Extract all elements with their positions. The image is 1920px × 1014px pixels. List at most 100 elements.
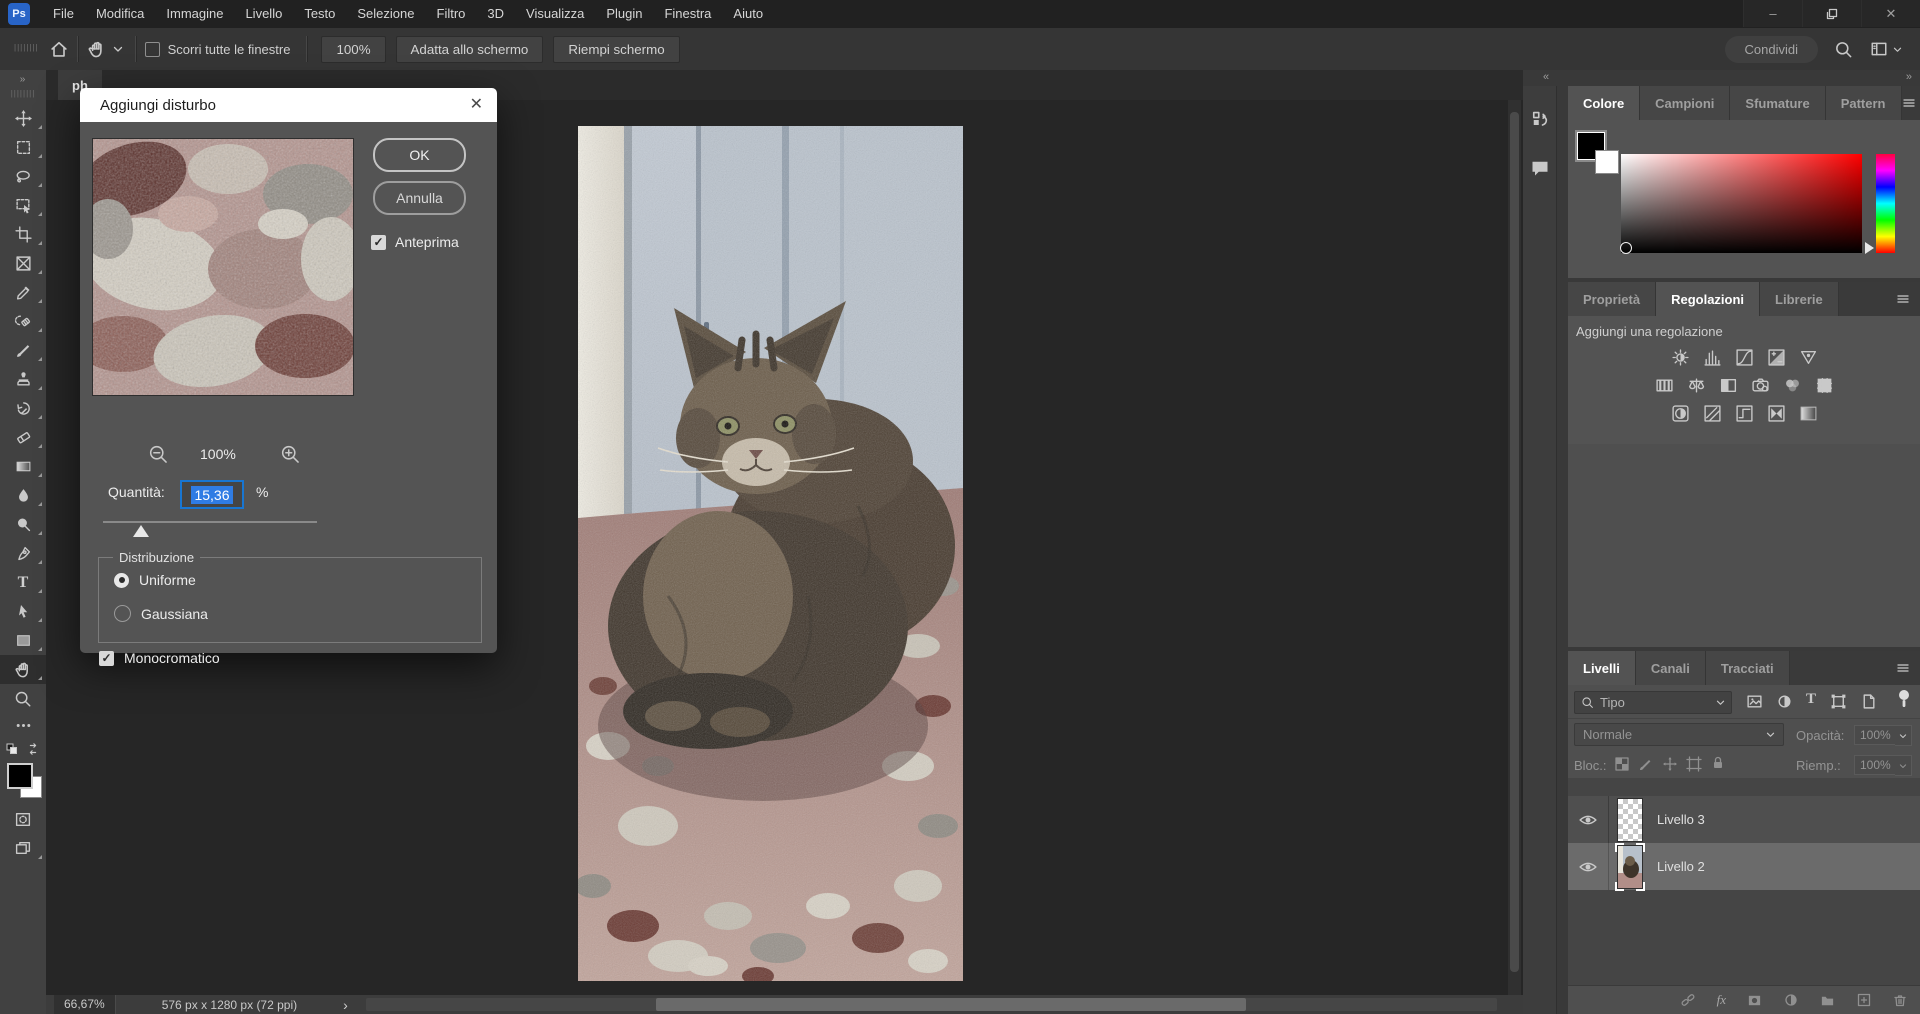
vertical-scrollbar[interactable] (1508, 100, 1521, 995)
edit-toolbar-ellipsis[interactable] (0, 713, 46, 737)
fit-screen-button[interactable]: Adatta allo schermo (396, 36, 544, 63)
hand-tool[interactable] (0, 655, 46, 684)
lock-all-icon[interactable] (1710, 755, 1726, 771)
lock-transparency-icon[interactable] (1614, 756, 1630, 772)
layers-panel-menu-icon[interactable] (1896, 651, 1920, 685)
gaussian-option[interactable]: Gaussiana (114, 605, 208, 622)
quick-mask-button[interactable] (0, 805, 46, 834)
layer-style-fx-icon[interactable]: fx (1717, 992, 1726, 1008)
preview-option[interactable]: ✓ Anteprima (371, 234, 459, 250)
lock-artboard-icon[interactable] (1686, 756, 1702, 772)
zoom-tool[interactable] (0, 684, 46, 713)
delete-layer-icon[interactable] (1892, 992, 1908, 1008)
hand-tool-chevron-icon[interactable] (113, 45, 123, 53)
menu-3d[interactable]: 3D (476, 0, 515, 28)
posterize-icon[interactable] (1703, 404, 1722, 423)
scroll-all-windows-checkbox[interactable] (145, 42, 160, 57)
rectangle-tool[interactable] (0, 626, 46, 655)
tab-canali[interactable]: Canali (1636, 651, 1706, 685)
opacity-value[interactable]: 100% (1854, 725, 1897, 745)
levels-icon[interactable] (1703, 348, 1722, 367)
filter-type-icon[interactable]: T (1806, 691, 1816, 708)
ok-button[interactable]: OK (373, 138, 466, 172)
menu-testo[interactable]: Testo (293, 0, 346, 28)
dodge-tool[interactable] (0, 510, 46, 539)
healing-brush-tool[interactable] (0, 307, 46, 336)
link-layers-icon[interactable] (1679, 992, 1697, 1008)
layer-filter-select[interactable]: Tipo (1574, 691, 1732, 714)
comments-panel-icon[interactable] (1523, 148, 1556, 188)
foreground-color-swatch[interactable] (7, 763, 33, 789)
layer-visibility-toggle[interactable] (1568, 843, 1609, 890)
pen-tool[interactable] (0, 539, 46, 568)
invert-icon[interactable] (1671, 404, 1690, 423)
preview-checkbox[interactable]: ✓ (371, 235, 386, 250)
home-icon[interactable] (49, 39, 69, 59)
layer-thumbnail[interactable] (1617, 798, 1643, 842)
fill-screen-button[interactable]: Riempi schermo (553, 36, 679, 63)
menu-modifica[interactable]: Modifica (85, 0, 155, 28)
filter-shape-icon[interactable] (1830, 693, 1847, 710)
hue-slider-pointer[interactable] (1865, 242, 1874, 254)
menu-selezione[interactable]: Selezione (346, 0, 425, 28)
photo-filter-icon[interactable] (1751, 376, 1770, 395)
tab-pattern[interactable]: Pattern (1826, 86, 1902, 120)
gradient-tool[interactable] (0, 452, 46, 481)
menu-aiuto[interactable]: Aiuto (722, 0, 774, 28)
filter-smart-object-icon[interactable] (1860, 693, 1877, 710)
blend-mode-select[interactable]: Normale (1574, 723, 1784, 746)
opacity-chevron-icon[interactable] (1895, 725, 1912, 746)
menu-plugin[interactable]: Plugin (595, 0, 653, 28)
filter-image-icon[interactable] (1746, 693, 1763, 710)
fill-value[interactable]: 100% (1854, 755, 1897, 775)
filter-toggle-pin[interactable] (1896, 689, 1912, 711)
close-button[interactable]: ✕ (1861, 0, 1920, 27)
gradient-map-icon[interactable] (1767, 404, 1786, 423)
channel-mixer-icon[interactable] (1783, 376, 1802, 395)
menu-filtro[interactable]: Filtro (426, 0, 477, 28)
gaussian-radio[interactable] (114, 605, 131, 622)
lasso-tool[interactable] (0, 162, 46, 191)
color-balance-icon[interactable] (1687, 376, 1706, 395)
status-zoom-level[interactable]: 66,67% (54, 995, 116, 1014)
uniform-option[interactable]: Uniforme (114, 572, 196, 588)
cancel-button[interactable]: Annulla (373, 181, 466, 215)
document-image[interactable] (578, 126, 963, 981)
menu-finestra[interactable]: Finestra (653, 0, 722, 28)
dialog-title-bar[interactable]: Aggiungi disturbo ✕ (80, 88, 497, 122)
adjustments-panel-menu-icon[interactable] (1896, 282, 1920, 316)
hue-slider[interactable] (1876, 154, 1895, 253)
type-tool[interactable]: T (0, 568, 46, 597)
threshold-icon[interactable] (1735, 404, 1754, 423)
tab-tracciati[interactable]: Tracciati (1706, 651, 1790, 685)
saturation-brightness-field[interactable] (1621, 154, 1862, 253)
new-adjustment-layer-icon[interactable] (1783, 992, 1799, 1008)
crop-tool[interactable] (0, 220, 46, 249)
tab-colore[interactable]: Colore (1568, 86, 1640, 120)
lock-position-icon[interactable] (1662, 756, 1678, 772)
monochromatic-option[interactable]: ✓ Monocromatico (99, 650, 220, 666)
tab-librerie[interactable]: Librerie (1760, 282, 1839, 316)
layer-row-livello-3[interactable]: Livello 3 (1568, 796, 1920, 843)
tab-livelli[interactable]: Livelli (1568, 651, 1636, 685)
selective-color-icon[interactable] (1799, 404, 1818, 423)
toolbar-grip[interactable]: |||||||| (11, 89, 36, 98)
status-popup-chevron-icon[interactable]: › (343, 997, 348, 1013)
layer-thumbnail[interactable] (1617, 845, 1643, 889)
tab-proprieta[interactable]: Proprietà (1568, 282, 1656, 316)
minimize-button[interactable]: – (1743, 0, 1802, 27)
tab-campioni[interactable]: Campioni (1640, 86, 1730, 120)
clone-stamp-tool[interactable] (0, 365, 46, 394)
search-icon[interactable] (1834, 40, 1853, 59)
tab-regolazioni[interactable]: Regolazioni (1656, 282, 1760, 316)
marquee-tool[interactable] (0, 133, 46, 162)
menu-visualizza[interactable]: Visualizza (515, 0, 595, 28)
horizontal-scrollbar-thumb[interactable] (656, 998, 1246, 1011)
layer-name[interactable]: Livello 2 (1657, 859, 1705, 874)
path-selection-tool[interactable] (0, 597, 46, 626)
history-panel-icon[interactable] (1523, 100, 1556, 140)
horizontal-scrollbar[interactable] (366, 998, 1497, 1011)
default-colors-icon[interactable] (6, 741, 22, 757)
filter-adjustment-icon[interactable] (1776, 693, 1793, 710)
vibrance-icon[interactable] (1799, 348, 1818, 367)
